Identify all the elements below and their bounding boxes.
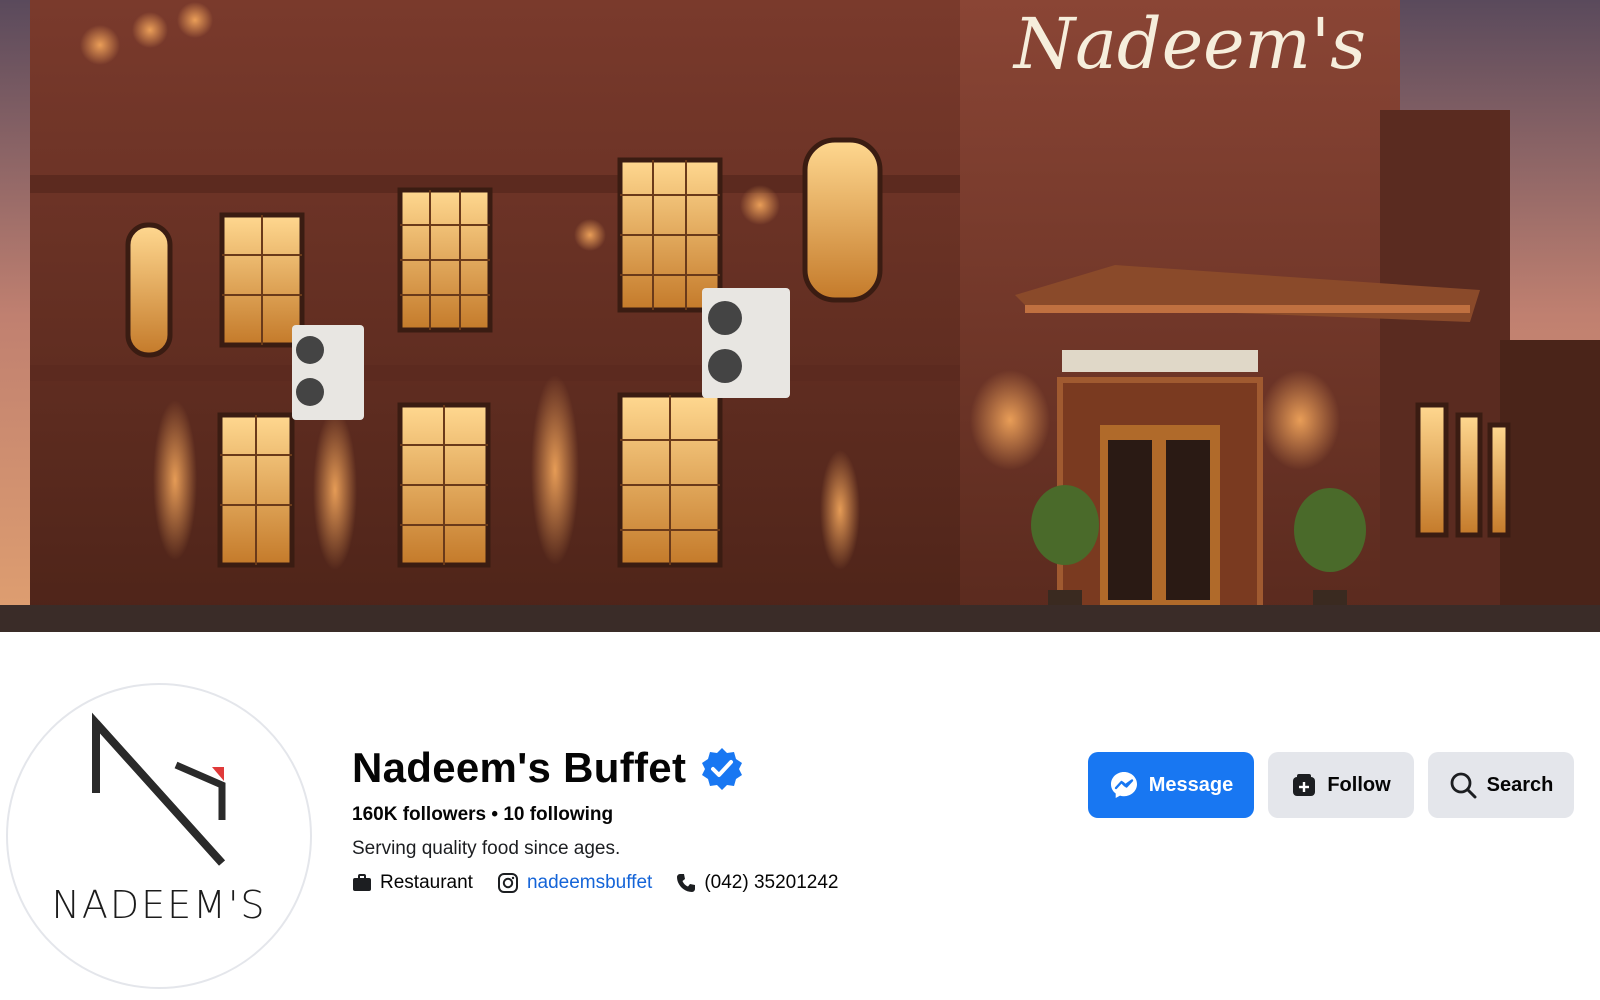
message-button-label: Message — [1148, 773, 1234, 796]
briefcase-icon — [353, 874, 371, 891]
cover-sign-text: Nadeem's — [1012, 3, 1366, 85]
name-row: Nadeem's Buffet — [352, 744, 862, 792]
instagram-link[interactable]: nadeemsbuffet — [527, 872, 652, 894]
cover-illustration: Nadeem's — [0, 0, 1600, 632]
phone-item[interactable]: (042) 35201242 — [676, 872, 838, 894]
profile-info: Nadeem's Buffet 160K followers • 10 foll… — [352, 744, 862, 894]
cover-photo[interactable]: Nadeem's — [0, 0, 1600, 632]
search-button-label: Search — [1486, 773, 1554, 796]
messenger-icon — [1110, 772, 1137, 798]
followers-stats[interactable]: 160K followers • 10 following — [352, 804, 862, 826]
page-title: Nadeem's Buffet — [352, 744, 687, 791]
category-label: Restaurant — [380, 872, 473, 893]
phone-number[interactable]: (042) 35201242 — [704, 872, 838, 894]
search-icon — [1450, 772, 1477, 799]
avatar-logo-text: NADEEM'S — [51, 883, 267, 927]
category-item: Restaurant — [352, 872, 473, 894]
follow-button-label: Follow — [1327, 773, 1391, 796]
profile-actions: Message Follow Search — [1088, 752, 1574, 818]
instagram-icon — [497, 873, 518, 893]
profile-avatar[interactable]: NADEEM'S — [6, 683, 312, 989]
follow-icon — [1293, 774, 1316, 796]
avatar-logo-mark — [92, 712, 226, 866]
message-button[interactable]: Message — [1088, 752, 1254, 818]
page-meta: Restaurant nadeemsbuffet (042) 35201242 — [352, 872, 862, 894]
instagram-item[interactable]: nadeemsbuffet — [497, 872, 652, 894]
phone-icon — [677, 874, 696, 892]
follow-button[interactable]: Follow — [1268, 752, 1414, 818]
page-bio: Serving quality food since ages. — [352, 838, 621, 859]
search-button[interactable]: Search — [1428, 752, 1574, 818]
verified-badge-icon — [702, 748, 743, 790]
